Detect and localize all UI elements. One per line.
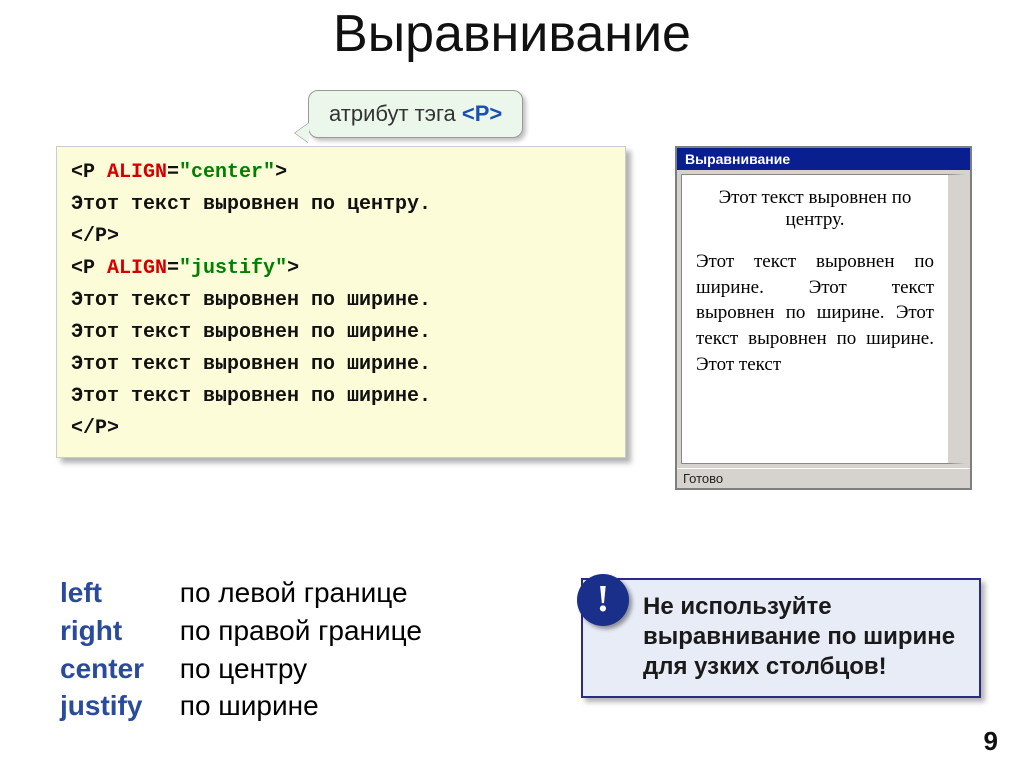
align-keyword: justify <box>60 687 172 725</box>
align-desc: по левой границе <box>180 577 408 608</box>
page-number: 9 <box>984 726 998 757</box>
code-line: Этот текст выровнен по ширине. <box>71 381 611 413</box>
warning-box: ! Не используйте выравнивание по ширине … <box>581 578 981 698</box>
browser-preview: Выравнивание Этот текст выровнен по цент… <box>675 146 972 490</box>
scroll-up-icon[interactable] <box>951 175 965 189</box>
align-keyword: center <box>60 650 172 688</box>
code-text: > <box>287 257 299 280</box>
align-desc: по правой границе <box>180 615 422 646</box>
code-line: </P> <box>71 221 611 253</box>
code-line: Этот текст выровнен по ширине. <box>71 285 611 317</box>
code-line: Этот текст выровнен по ширине. <box>71 317 611 349</box>
code-attr: ALIGN <box>107 161 167 184</box>
preview-justify-text: Этот текст выровнен по ширине. Этот текс… <box>696 249 934 377</box>
align-desc: по центру <box>180 653 307 684</box>
callout-attribute: атрибут тэга <P> <box>308 90 523 138</box>
exclamation-icon: ! <box>577 574 629 626</box>
code-text: = <box>167 161 179 184</box>
code-line: Этот текст выровнен по ширине. <box>71 349 611 381</box>
warning-text: Не используйте выравнивание по ширине дл… <box>643 593 955 680</box>
browser-statusbar: Готово <box>677 468 970 488</box>
align-values-list: left по левой границе right по правой гр… <box>60 574 422 725</box>
code-attr: ALIGN <box>107 257 167 280</box>
browser-body: Этот текст выровнен по центру. Этот текс… <box>681 174 966 464</box>
preview-center-text: Этот текст выровнен по центру. <box>696 187 934 231</box>
align-row: left по левой границе <box>60 574 422 612</box>
align-row: center по центру <box>60 650 422 688</box>
align-desc: по ширине <box>180 690 319 721</box>
code-text: = <box>167 257 179 280</box>
code-value: "center" <box>179 161 275 184</box>
code-value: "justify" <box>179 257 287 280</box>
browser-titlebar: Выравнивание <box>677 148 970 170</box>
browser-content: Этот текст выровнен по центру. Этот текс… <box>682 175 948 389</box>
align-row: right по правой границе <box>60 612 422 650</box>
code-line: Этот текст выровнен по центру. <box>71 189 611 221</box>
code-example: <P ALIGN="center"> Этот текст выровнен п… <box>56 146 626 458</box>
align-row: justify по ширине <box>60 687 422 725</box>
scroll-thumb[interactable] <box>951 191 965 281</box>
code-line: <P ALIGN="center"> <box>71 157 611 189</box>
code-text: <P <box>71 161 107 184</box>
code-line: </P> <box>71 413 611 445</box>
code-text: <P <box>71 257 107 280</box>
callout-tag: <P> <box>462 101 502 126</box>
align-keyword: right <box>60 612 172 650</box>
align-keyword: left <box>60 574 172 612</box>
code-line: <P ALIGN="justify"> <box>71 253 611 285</box>
callout-text: атрибут тэга <box>329 101 462 126</box>
code-text: > <box>275 161 287 184</box>
scrollbar[interactable] <box>949 175 965 463</box>
slide-title: Выравнивание <box>0 4 1024 64</box>
